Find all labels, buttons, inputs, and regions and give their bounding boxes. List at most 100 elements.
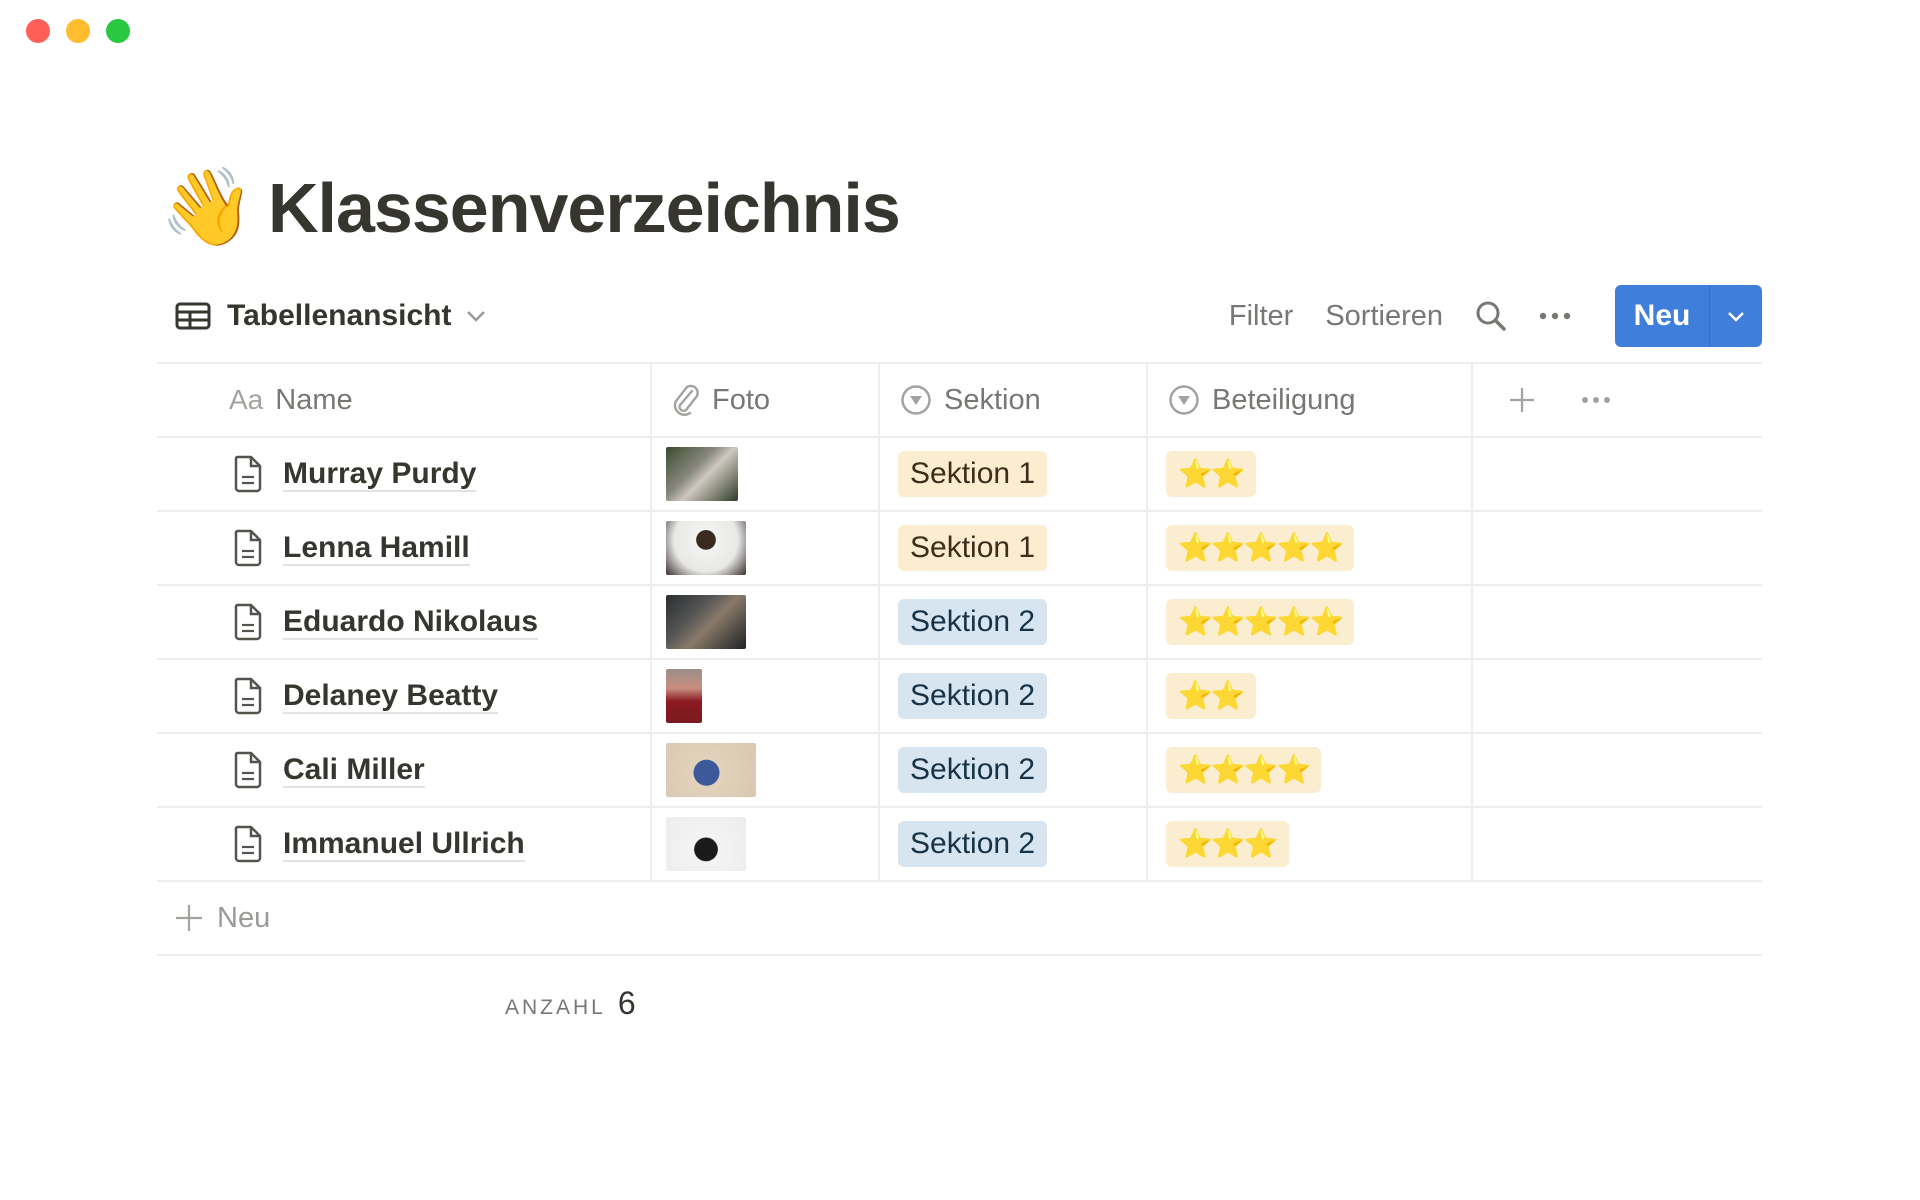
photo-cell[interactable] (652, 438, 880, 510)
participation-stars: ⭐⭐ (1166, 451, 1256, 497)
document-icon (234, 603, 262, 641)
name-cell[interactable]: Lenna Hamill (157, 512, 652, 584)
photo-thumbnail[interactable] (666, 521, 746, 575)
more-dots-icon (1539, 312, 1571, 320)
empty-cell (1473, 438, 1762, 510)
participation-stars: ⭐⭐ (1166, 673, 1256, 719)
empty-cell (1473, 660, 1762, 732)
count-value: 6 (617, 985, 636, 1021)
section-tag: Sektion 1 (898, 451, 1048, 497)
participation-cell[interactable]: ⭐⭐⭐⭐⭐ (1148, 586, 1473, 658)
column-header-foto[interactable]: Foto (652, 364, 880, 436)
empty-cell (1473, 808, 1762, 880)
row-name-link[interactable]: Immanuel Ullrich (283, 827, 525, 862)
search-icon (1476, 301, 1506, 331)
document-icon (234, 677, 262, 715)
filter-button[interactable]: Filter (1229, 300, 1293, 333)
sort-button[interactable]: Sortieren (1325, 300, 1443, 333)
section-cell[interactable]: Sektion 2 (880, 734, 1148, 806)
page-title[interactable]: Klassenverzeichnis (268, 168, 901, 248)
chevron-down-icon (1728, 311, 1744, 322)
photo-thumbnail[interactable] (666, 669, 702, 723)
section-cell[interactable]: Sektion 1 (880, 438, 1148, 510)
window-controls (26, 19, 130, 43)
row-name-link[interactable]: Delaney Beatty (283, 679, 499, 714)
participation-cell[interactable]: ⭐⭐ (1148, 660, 1473, 732)
photo-thumbnail[interactable] (666, 817, 746, 871)
name-cell[interactable]: Cali Miller (157, 734, 652, 806)
more-options-button[interactable] (1539, 312, 1571, 320)
column-header-label: Sektion (944, 383, 1041, 416)
select-icon (900, 384, 932, 416)
photo-thumbnail[interactable] (666, 447, 738, 501)
table-row[interactable]: Delaney Beatty Sektion 2 ⭐⭐ (157, 660, 1762, 734)
participation-stars: ⭐⭐⭐⭐ (1166, 747, 1322, 793)
photo-thumbnail[interactable] (666, 595, 746, 649)
participation-stars: ⭐⭐⭐⭐⭐ (1166, 599, 1355, 645)
column-header-label: Beteiligung (1212, 383, 1356, 416)
maximize-window-button[interactable] (106, 19, 130, 43)
close-window-button[interactable] (26, 19, 50, 43)
column-header-beteiligung[interactable]: Beteiligung (1148, 364, 1473, 436)
table-row[interactable]: Cali Miller Sektion 2 ⭐⭐⭐⭐ (157, 734, 1762, 808)
empty-cell (1473, 586, 1762, 658)
table-row[interactable]: Lenna Hamill Sektion 1 ⭐⭐⭐⭐⭐ (157, 512, 1762, 586)
empty-cell (1473, 512, 1762, 584)
section-tag: Sektion 2 (898, 673, 1048, 719)
new-dropdown-button[interactable] (1709, 285, 1762, 347)
table-row[interactable]: Murray Purdy Sektion 1 ⭐⭐ (157, 438, 1762, 512)
name-cell[interactable]: Eduardo Nikolaus (157, 586, 652, 658)
document-icon (234, 751, 262, 789)
minimize-window-button[interactable] (66, 19, 90, 43)
database-table: Aa Name Foto Sektion Beteiligung Murray … (157, 362, 1762, 956)
column-header-name[interactable]: Aa Name (157, 364, 652, 436)
count-summary[interactable]: ANZAHL 6 (505, 985, 636, 1022)
add-column-button[interactable] (1509, 387, 1535, 413)
search-button[interactable] (1475, 300, 1507, 332)
participation-cell[interactable]: ⭐⭐⭐⭐⭐ (1148, 512, 1473, 584)
photo-cell[interactable] (652, 586, 880, 658)
section-cell[interactable]: Sektion 2 (880, 660, 1148, 732)
column-header-sektion[interactable]: Sektion (880, 364, 1148, 436)
name-cell[interactable]: Delaney Beatty (157, 660, 652, 732)
view-switcher[interactable]: Tabellenansicht (175, 285, 486, 347)
paperclip-icon (672, 383, 700, 417)
column-header-label: Foto (712, 383, 771, 416)
row-name-link[interactable]: Eduardo Nikolaus (283, 605, 539, 640)
photo-cell[interactable] (652, 734, 880, 806)
new-button[interactable]: Neu (1615, 285, 1709, 347)
section-cell[interactable]: Sektion 2 (880, 808, 1148, 880)
participation-cell[interactable]: ⭐⭐⭐ (1148, 808, 1473, 880)
database-toolbar: Tabellenansicht Filter Sortieren Neu (157, 285, 1762, 347)
document-icon (234, 825, 262, 863)
section-tag: Sektion 2 (898, 821, 1048, 867)
table-row[interactable]: Eduardo Nikolaus Sektion 2 ⭐⭐⭐⭐⭐ (157, 586, 1762, 660)
photo-cell[interactable] (652, 660, 880, 732)
count-label: ANZAHL (505, 996, 606, 1019)
section-cell[interactable]: Sektion 2 (880, 586, 1148, 658)
waving-hand-icon[interactable]: 👋 (160, 170, 260, 246)
row-name-link[interactable]: Murray Purdy (283, 457, 477, 492)
name-cell[interactable]: Immanuel Ullrich (157, 808, 652, 880)
table-row[interactable]: Immanuel Ullrich Sektion 2 ⭐⭐⭐ (157, 808, 1762, 882)
table-icon (175, 302, 211, 330)
photo-cell[interactable] (652, 808, 880, 880)
table-header-row: Aa Name Foto Sektion Beteiligung (157, 364, 1762, 438)
name-cell[interactable]: Murray Purdy (157, 438, 652, 510)
empty-cell (1473, 734, 1762, 806)
table-body: Murray Purdy Sektion 1 ⭐⭐ Lenna Hamill S… (157, 438, 1762, 882)
column-header-actions (1473, 364, 1762, 436)
add-row-button[interactable]: Neu (157, 882, 1762, 956)
row-name-link[interactable]: Lenna Hamill (283, 531, 470, 566)
participation-cell[interactable]: ⭐⭐ (1148, 438, 1473, 510)
plus-icon (176, 905, 202, 931)
add-row-label: Neu (217, 901, 271, 934)
section-cell[interactable]: Sektion 1 (880, 512, 1148, 584)
participation-cell[interactable]: ⭐⭐⭐⭐ (1148, 734, 1473, 806)
row-name-link[interactable]: Cali Miller (283, 753, 425, 788)
view-label: Tabellenansicht (227, 299, 452, 332)
photo-cell[interactable] (652, 512, 880, 584)
column-options-button[interactable] (1581, 396, 1611, 404)
photo-thumbnail[interactable] (666, 743, 756, 797)
section-tag: Sektion 2 (898, 747, 1048, 793)
